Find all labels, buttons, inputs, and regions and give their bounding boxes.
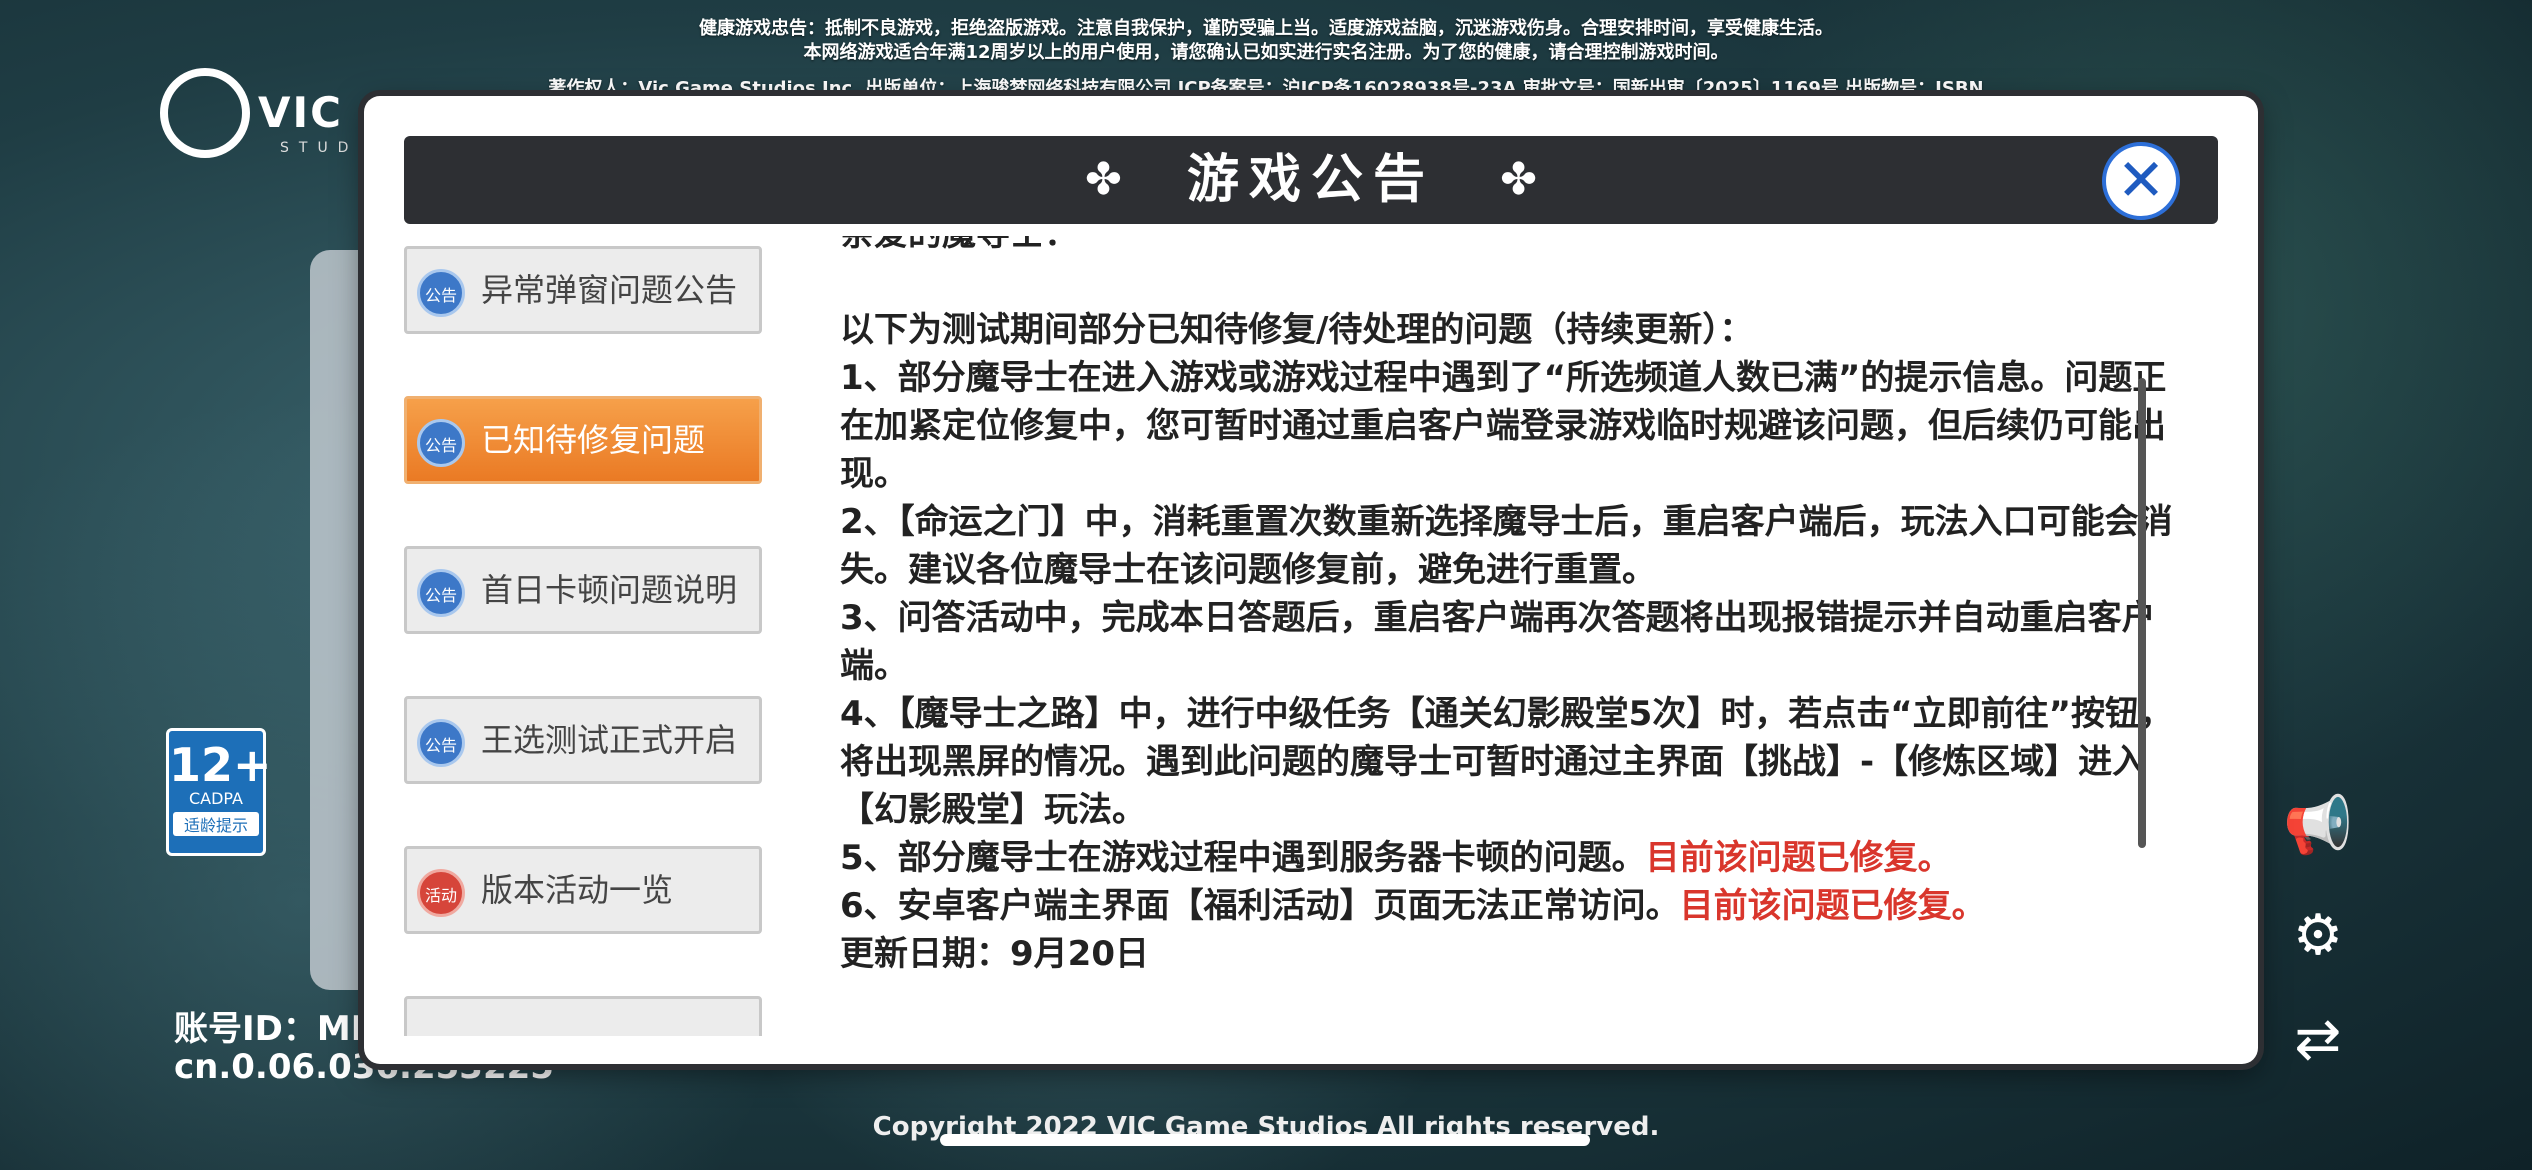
tab-label: 首日卡顿问题说明 [481, 571, 738, 609]
event-badge-icon: 活动 [417, 869, 465, 917]
dialog-title-bar: ✤ 游戏公告 ✤ [404, 136, 2218, 224]
age-rating-badge[interactable]: 12+ CADPA 适龄提示 [166, 728, 272, 856]
tab-known-issues[interactable]: 公告 已知待修复问题 [404, 396, 762, 484]
tab-label: 异常弹窗问题公告 [481, 271, 738, 309]
fixed-status: 目前该问题已修复。 [1645, 838, 1952, 878]
notice-badge-icon: 公告 [417, 569, 465, 617]
announcement-dialog: ✤ 游戏公告 ✤ ✕ 公告 异常弹窗问题公告 公告 已知待修复问题 公告 首日卡… [364, 96, 2258, 1064]
vic-logo-icon [160, 68, 250, 158]
issue-item: 1、部分魔导士在进入游戏或游戏过程中遇到了“所选频道人数已满”的提示信息。问题正… [840, 358, 2167, 494]
tab-abnormal-popup[interactable]: 公告 异常弹窗问题公告 [404, 246, 762, 334]
tab-more[interactable] [404, 996, 762, 1036]
announcement-content: 亲爱的魔导士： 以下为测试期间部分已知待修复/待处理的问题（持续更新）： 1、部… [840, 236, 2176, 1026]
issue-item: 3、问答活动中，完成本日答题后，重启客户端再次答题将出现报错提示并自动重启客户端… [840, 598, 2156, 686]
logo-sub: STUDI [280, 140, 373, 156]
content-scrollbar[interactable] [2138, 378, 2146, 848]
health-notice-line1: 健康游戏忠告：抵制不良游戏，拒绝盗版游戏。注意自我保护，谨防受骗上当。适度游戏益… [699, 18, 1833, 39]
clover-icon: ✤ [1085, 154, 1122, 205]
greeting: 亲爱的魔导士： [840, 236, 2176, 258]
tab-label: 已知待修复问题 [481, 421, 706, 459]
notice-badge-icon: 公告 [417, 419, 465, 467]
intro-text: 以下为测试期间部分已知待修复/待处理的问题（持续更新）： [840, 310, 1754, 350]
issue-text: 5、部分魔导士在游戏过程中遇到服务器卡顿的问题。 [840, 838, 1646, 878]
issue-item: 5、部分魔导士在游戏过程中遇到服务器卡顿的问题。目前该问题已修复。 [840, 834, 2176, 882]
tab-version-events[interactable]: 活动 版本活动一览 [404, 846, 762, 934]
issue-text: 6、安卓客户端主界面【福利活动】页面无法正常访问。 [840, 886, 1680, 926]
fixed-status: 目前该问题已修复。 [1679, 886, 1986, 926]
update-date: 更新日期：9月20日 [840, 934, 1149, 974]
issue-item: 4、【魔导士之路】中，进行中级任务【通关幻影殿堂5次】时，若点击“立即前往”按钮… [840, 694, 2174, 830]
notice-badge-icon: 公告 [417, 719, 465, 767]
tab-test-start[interactable]: 公告 王选测试正式开启 [404, 696, 762, 784]
dialog-title: 游戏公告 [1186, 150, 1435, 210]
age-rating-tip: 适龄提示 [173, 812, 259, 836]
tab-label: 王选测试正式开启 [481, 721, 738, 759]
clover-icon: ✤ [1500, 154, 1537, 205]
home-indicator[interactable] [940, 1134, 1590, 1146]
issue-item: 2、【命运之门】中，消耗重置次数重新选择魔导士后，重启客户端后，玩法入口可能会消… [840, 502, 2173, 590]
age-rating-value: 12+ [169, 738, 272, 792]
announcement-tab-list: 公告 异常弹窗问题公告 公告 已知待修复问题 公告 首日卡顿问题说明 公告 王选… [404, 246, 768, 1036]
notice-badge-icon: 公告 [417, 269, 465, 317]
close-button[interactable]: ✕ [2102, 142, 2180, 220]
tab-first-day-lag[interactable]: 公告 首日卡顿问题说明 [404, 546, 762, 634]
switch-account-icon[interactable]: ⇄ [2282, 1004, 2354, 1076]
tab-label: 版本活动一览 [481, 871, 674, 909]
health-notice-line2: 本网络游戏适合年满12周岁以上的用户使用，请您确认已如实进行实名注册。为了您的健… [803, 42, 1729, 63]
announcement-icon[interactable]: 📢 [2282, 790, 2354, 862]
issue-item: 6、安卓客户端主界面【福利活动】页面无法正常访问。目前该问题已修复。 [840, 882, 2176, 930]
settings-icon[interactable]: ⚙ [2282, 900, 2354, 972]
